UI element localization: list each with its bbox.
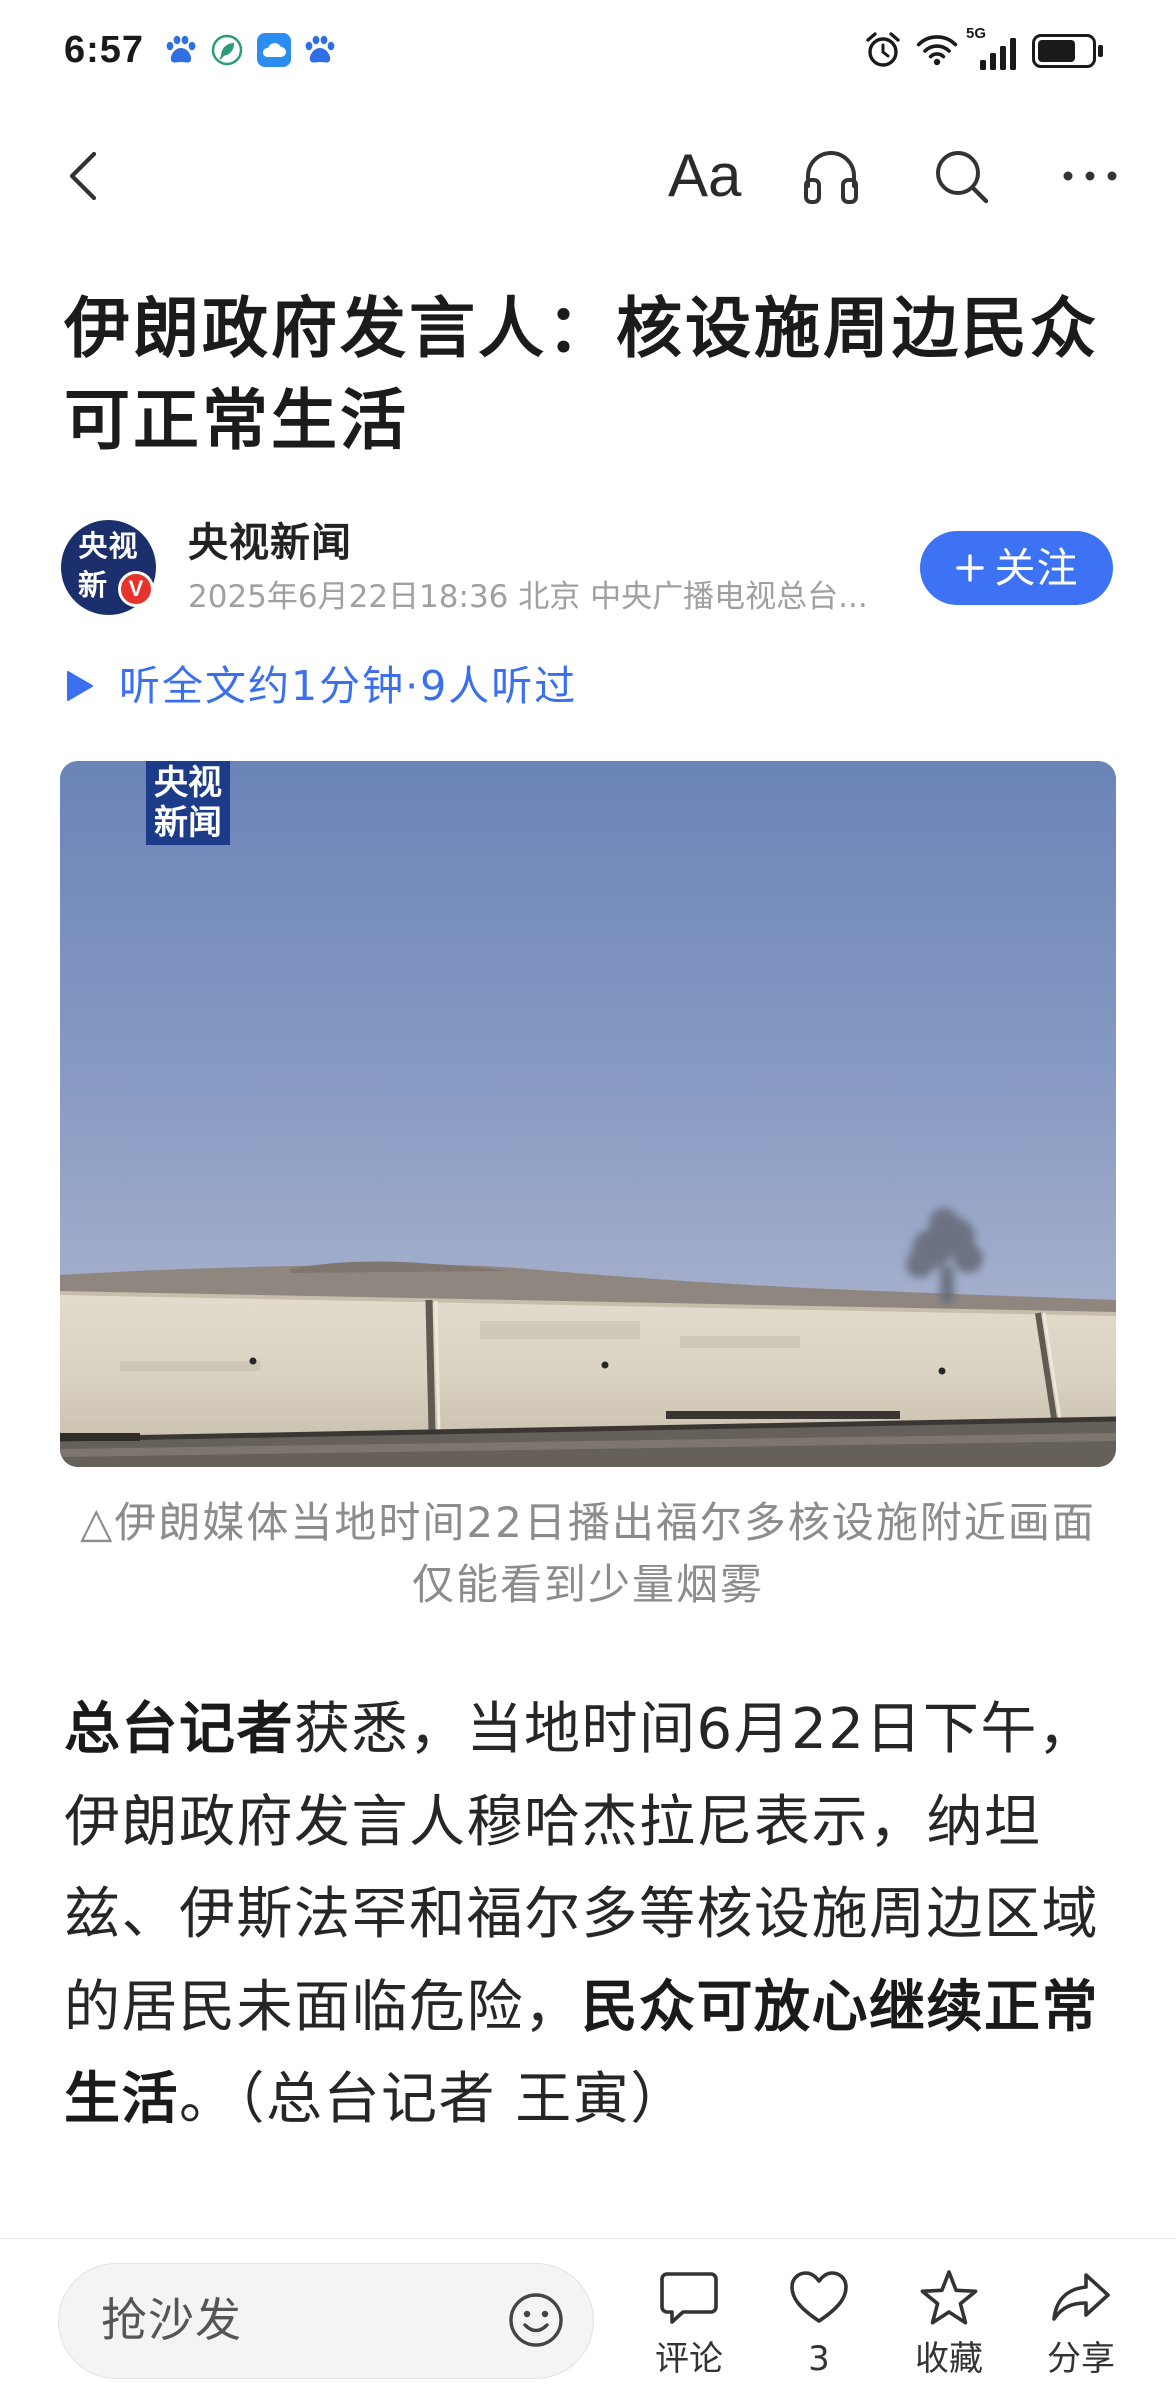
- cctv-news-watermark: 央视 新闻: [146, 761, 230, 845]
- like-count: 3: [808, 2339, 830, 2379]
- wall-joint: [425, 1299, 436, 1433]
- more-icon[interactable]: [1063, 171, 1117, 181]
- wifi-icon: [916, 32, 958, 66]
- font-size-button[interactable]: Aa: [668, 142, 741, 210]
- bottom-action-bar: 抢沙发 评论 3 收藏 分享: [0, 2238, 1176, 2400]
- body-segment: 总台记者: [64, 1697, 294, 1762]
- like-button[interactable]: 3: [759, 2239, 879, 2400]
- favorite-label: 收藏: [915, 2339, 983, 2379]
- article-screen: 6:57 5G Aa 伊朗政府发言人：核设施周边民众可正常生活 央视 新 V 央…: [0, 0, 1176, 2400]
- share-label: 分享: [1047, 2339, 1115, 2379]
- battery-body: [1032, 34, 1096, 68]
- status-time: 6:57: [64, 29, 145, 71]
- photo-caption: △伊朗媒体当地时间22日播出福尔多核设施附近画面仅能看到少量烟雾: [60, 1492, 1116, 1616]
- leaf-icon: [210, 33, 244, 67]
- comment-label: 评论: [655, 2339, 723, 2379]
- comment-button[interactable]: 评论: [629, 2239, 749, 2400]
- status-bar: 6:57 5G: [0, 0, 1176, 100]
- article-photo[interactable]: 央视 新闻: [60, 761, 1116, 1467]
- comment-placeholder: 抢沙发: [101, 2293, 242, 2347]
- body-segment: 。（总台记者 王寅）: [179, 2067, 688, 2133]
- alarm-icon: [865, 31, 901, 69]
- watermark-line-top: 央视: [154, 763, 222, 803]
- article-body: 总台记者获悉，当地时间6月22日下午，伊朗政府发言人穆哈杰拉尼表示，纳坦兹、伊斯…: [64, 1684, 1114, 2147]
- publish-meta: 2025年6月22日18:36 北京 中央广播电视总台...: [188, 579, 868, 615]
- battery-level-fill: [1038, 40, 1075, 62]
- cloud-icon: [257, 33, 291, 67]
- back-icon[interactable]: [64, 150, 100, 202]
- signal-icon: [980, 38, 1016, 70]
- avatar-text-top: 央视: [78, 529, 139, 563]
- verified-badge: V: [118, 571, 154, 607]
- star-icon: [918, 2269, 980, 2327]
- wall-base-shadow: [666, 1411, 900, 1419]
- heart-icon: [788, 2269, 850, 2327]
- follow-button[interactable]: 关注: [920, 531, 1113, 605]
- play-icon[interactable]: [66, 670, 94, 702]
- comment-icon: [658, 2269, 720, 2327]
- photo-scene: [60, 761, 1116, 1467]
- share-icon: [1050, 2269, 1112, 2327]
- favorite-button[interactable]: 收藏: [889, 2239, 1009, 2400]
- author-name[interactable]: 央视新闻: [188, 519, 352, 567]
- avatar-text-bottom: 新: [78, 568, 108, 602]
- article-title: 伊朗政府发言人：核设施周边民众可正常生活: [64, 290, 1099, 459]
- share-button[interactable]: 分享: [1021, 2239, 1141, 2400]
- headphones-icon[interactable]: [799, 144, 863, 208]
- caption-text: △伊朗媒体当地时间22日播出福尔多核设施附近画面仅能看到少量烟雾: [80, 1498, 1096, 1609]
- signal-indicator: 5G: [966, 26, 1018, 72]
- follow-label: 关注: [994, 544, 1079, 592]
- search-icon[interactable]: [931, 146, 991, 206]
- comment-input[interactable]: 抢沙发: [58, 2263, 594, 2379]
- listen-full-text-link[interactable]: 听全文约1分钟·9人听过: [119, 660, 577, 712]
- battery-icon: [1032, 34, 1106, 68]
- watermark-line-bottom: 新闻: [154, 803, 222, 843]
- plus-icon: [955, 553, 985, 583]
- baidu-paw-icon: [303, 33, 337, 67]
- baidu-paw-icon: [164, 33, 198, 67]
- battery-nub: [1098, 45, 1103, 57]
- author-avatar[interactable]: 央视 新 V: [61, 520, 156, 615]
- smiley-icon[interactable]: [507, 2291, 565, 2349]
